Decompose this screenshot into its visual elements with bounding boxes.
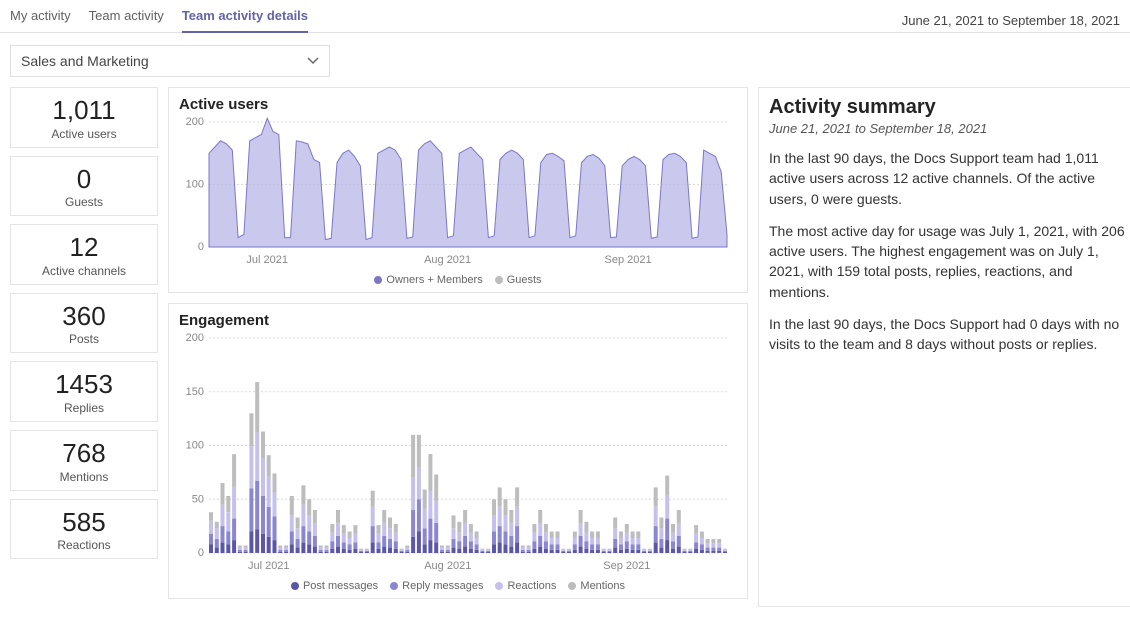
svg-text:200: 200 — [186, 117, 204, 128]
stat-card[interactable]: 1,011 Active users — [10, 87, 158, 148]
active-users-title: Active users — [179, 96, 737, 113]
stat-label: Mentions — [15, 470, 153, 484]
svg-text:Aug 2021: Aug 2021 — [424, 254, 471, 266]
team-select-value: Sales and Marketing — [21, 53, 149, 69]
summary-title: Activity summary — [769, 96, 1127, 119]
activity-summary-panel: Activity summary June 21, 2021 to Septem… — [758, 87, 1130, 607]
svg-text:0: 0 — [198, 547, 204, 559]
svg-text:200: 200 — [186, 333, 204, 344]
chevron-down-icon — [307, 55, 319, 67]
stat-card[interactable]: 1453 Replies — [10, 361, 158, 422]
stat-card[interactable]: 360Posts — [10, 293, 158, 354]
stat-card[interactable]: 585Reactions — [10, 499, 158, 560]
stat-value: 0 — [15, 165, 153, 194]
stat-value: 360 — [15, 302, 153, 331]
summary-paragraph: The most active day for usage was July 1… — [769, 221, 1127, 302]
engagement-title: Engagement — [179, 312, 737, 329]
stat-cards-column: 1,011 Active users 0Guests 12 Active channel… — [10, 87, 158, 607]
date-range-label: June 21, 2021 to September 18, 2021 — [902, 9, 1120, 28]
svg-text:Jul 2021: Jul 2021 — [246, 254, 288, 266]
stat-value: 585 — [15, 508, 153, 537]
svg-text:Sep 2021: Sep 2021 — [605, 254, 652, 266]
summary-paragraph: In the last 90 days, the Docs Support ha… — [769, 314, 1127, 355]
svg-text:100: 100 — [186, 179, 204, 191]
summary-paragraph: In the last 90 days, the Docs Support te… — [769, 148, 1127, 209]
tab-my-activity[interactable]: My activity — [10, 4, 71, 33]
stat-label: Posts — [15, 332, 153, 346]
active-users-panel: Active users 0 100 200 Jul 2021 Aug 2021 Sep … — [168, 87, 748, 293]
svg-text:Aug 2021: Aug 2021 — [424, 560, 471, 572]
stat-label: Reactions — [15, 538, 153, 552]
stat-label: Active channels — [15, 264, 153, 278]
active-users-legend: Owners + Members Guests — [179, 272, 737, 288]
stat-card[interactable]: 768 Mentions — [10, 430, 158, 491]
stat-value: 12 — [15, 233, 153, 262]
stat-card[interactable]: 0Guests — [10, 156, 158, 217]
stat-label: Replies — [15, 401, 153, 415]
top-bar: My activity Team activity Team activity … — [0, 0, 1130, 32]
tabs: My activity Team activity Team activity … — [10, 4, 308, 33]
svg-text:50: 50 — [192, 493, 204, 505]
svg-text:150: 150 — [186, 386, 204, 398]
engagement-panel: Engagement 0 50 100 150 200 Jul 2021 Aug 2021 S… — [168, 303, 748, 599]
svg-text:0: 0 — [198, 241, 204, 253]
svg-text:Jul 2021: Jul 2021 — [248, 560, 290, 572]
stat-label: Guests — [15, 195, 153, 209]
stat-value: 768 — [15, 439, 153, 468]
stat-card[interactable]: 12 Active channels — [10, 224, 158, 285]
tab-team-activity[interactable]: Team activity — [89, 4, 164, 33]
svg-text:Sep 2021: Sep 2021 — [603, 560, 650, 572]
stat-value: 1,011 — [15, 96, 153, 125]
engagement-chart: 0 50 100 150 200 Jul 2021 Aug 2021 Sep 2021 — [179, 333, 737, 573]
active-users-chart: 0 100 200 Jul 2021 Aug 2021 Sep 2021 — [179, 117, 737, 267]
stat-value: 1453 — [15, 370, 153, 399]
tab-team-activity-details[interactable]: Team activity details — [182, 4, 308, 33]
stat-label: Active users — [15, 127, 153, 141]
engagement-legend: Post messages Reply messages Reactions M… — [179, 578, 737, 594]
summary-subtitle: June 21, 2021 to September 18, 2021 — [769, 121, 1127, 136]
team-select-dropdown[interactable]: Sales and Marketing — [10, 45, 330, 77]
svg-text:100: 100 — [186, 440, 204, 452]
